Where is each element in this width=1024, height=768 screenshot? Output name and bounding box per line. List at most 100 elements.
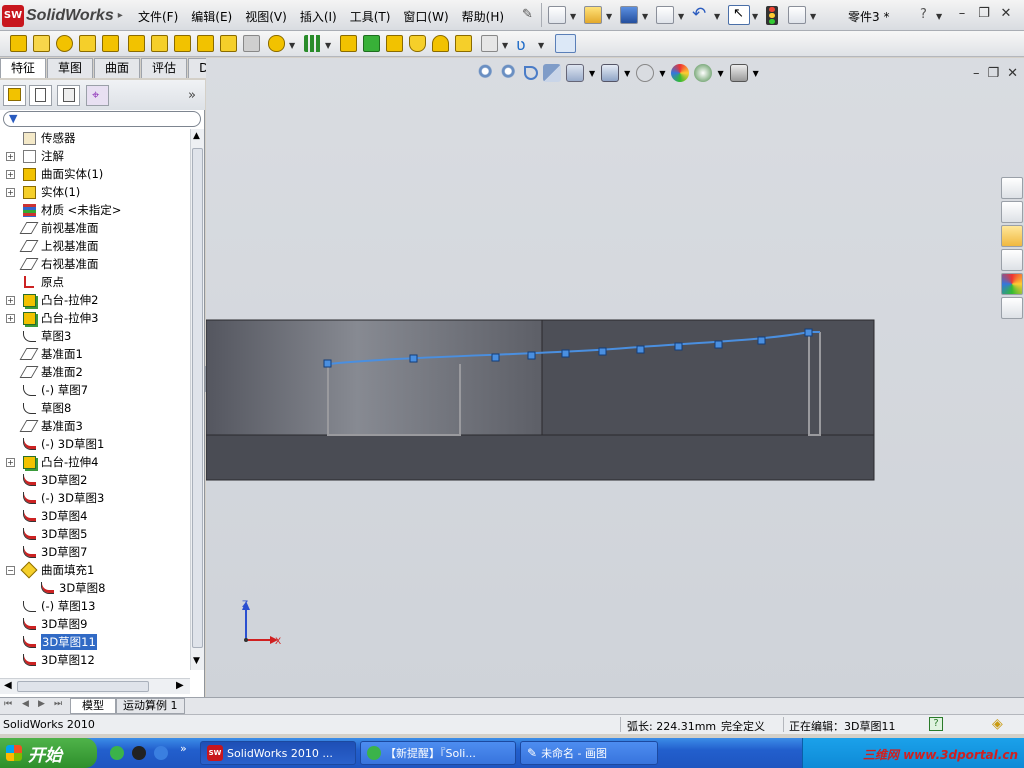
dome-icon[interactable] xyxy=(432,35,449,52)
menu-edit[interactable]: 编辑(E) xyxy=(191,8,232,25)
menu-help[interactable]: 帮助(H) xyxy=(462,8,504,25)
task-paint[interactable]: ✎ 未命名 - 画图 xyxy=(520,741,658,765)
select-pointer-icon[interactable]: ↖ xyxy=(728,5,750,25)
menu-tools[interactable]: 工具(T) xyxy=(350,8,391,25)
tree-item[interactable]: 3D草图7 xyxy=(0,543,190,561)
dimxpert-manager-icon[interactable]: ⌖ xyxy=(86,85,109,106)
extruded-boss-icon[interactable] xyxy=(10,35,27,52)
scroll-right-icon[interactable]: ▶ xyxy=(176,680,184,691)
open-dropdown-icon[interactable]: ▼ xyxy=(606,12,612,21)
tree-item[interactable]: 3D草图4 xyxy=(0,507,190,525)
options-icon[interactable] xyxy=(788,6,806,24)
nav-last-icon[interactable]: ⏭ xyxy=(54,699,62,709)
scroll-up-icon[interactable]: ▲ xyxy=(193,131,200,141)
collapse-toggle-icon[interactable]: − xyxy=(6,565,15,575)
instant3d-icon[interactable] xyxy=(555,34,576,53)
tree-item[interactable]: 前视基准面 xyxy=(0,219,190,237)
tree-item[interactable]: 草图3 xyxy=(0,327,190,345)
tree-item[interactable]: 材质 <未指定> xyxy=(0,201,190,219)
pin-icon[interactable]: ✎ xyxy=(522,7,533,22)
boundary-cut-icon[interactable] xyxy=(243,35,260,52)
rebuild-tag-icon[interactable]: ◈ xyxy=(992,716,1003,732)
tab-features[interactable]: 特征 xyxy=(0,58,47,78)
nav-next-icon[interactable]: ▶ xyxy=(38,699,45,709)
save-dropdown-icon[interactable]: ▼ xyxy=(642,12,648,21)
custom-properties-icon[interactable] xyxy=(1001,297,1023,319)
appearances-scenes-icon[interactable] xyxy=(1001,273,1023,295)
draft-icon[interactable] xyxy=(363,35,380,52)
save-icon[interactable] xyxy=(620,6,638,24)
tree-item[interactable]: 基准面3 xyxy=(0,417,190,435)
tree-item[interactable]: + 实体(1) xyxy=(0,183,190,201)
model-view[interactable]: Z X xyxy=(206,58,1024,697)
revolved-cut-icon[interactable] xyxy=(174,35,191,52)
scroll-thumb[interactable] xyxy=(192,148,203,648)
collapse-panel-icon[interactable]: » xyxy=(188,88,196,103)
tree-item[interactable]: + 凸台-拉伸4 xyxy=(0,453,190,471)
start-button[interactable]: 开始 xyxy=(0,738,97,768)
tab-evaluate[interactable]: 评估 xyxy=(141,58,188,78)
menu-file[interactable]: 文件(F) xyxy=(138,8,178,25)
minimize-button[interactable]: – xyxy=(952,6,972,24)
linear-pattern-icon[interactable] xyxy=(304,35,321,52)
task-solidworks[interactable]: SW SolidWorks 2010 ... xyxy=(200,741,356,765)
restore-button[interactable]: ❐ xyxy=(974,6,994,24)
tree-item[interactable]: 3D草图2 xyxy=(0,471,190,489)
wrap-icon[interactable] xyxy=(409,35,426,52)
tree-item[interactable]: 草图8 xyxy=(0,399,190,417)
help-icon[interactable]: ? xyxy=(920,7,927,22)
curves-dropdown-icon[interactable]: ▼ xyxy=(538,41,544,50)
scroll-left-icon[interactable]: ◀ xyxy=(4,680,12,691)
view-palette-icon[interactable] xyxy=(1001,249,1023,271)
boundary-boss-icon[interactable] xyxy=(102,35,119,52)
solidworks-logo[interactable]: SW SolidWorks ▸ xyxy=(2,3,123,28)
task-browser[interactable]: 【新提醒】『Soli... xyxy=(360,741,516,765)
new-document-icon[interactable] xyxy=(548,6,566,24)
tree-item[interactable]: 3D草图9 xyxy=(0,615,190,633)
solidworks-resources-home-icon[interactable] xyxy=(1001,177,1023,199)
graphics-area[interactable]: ▼ ▼ ▼ ▼ ▼ – ❐ ✕ Z X xyxy=(206,58,1024,697)
reference-geometry-dropdown-icon[interactable]: ▼ xyxy=(502,41,508,50)
tree-item[interactable]: 传感器 xyxy=(0,129,190,147)
swept-cut-icon[interactable] xyxy=(197,35,214,52)
menu-view[interactable]: 视图(V) xyxy=(245,8,287,25)
expand-toggle-icon[interactable]: + xyxy=(6,457,15,467)
expand-toggle-icon[interactable]: + xyxy=(6,313,15,323)
property-manager-icon[interactable] xyxy=(29,85,52,106)
tree-item[interactable]: + 注解 xyxy=(0,147,190,165)
nav-prev-icon[interactable]: ◀ xyxy=(22,699,29,709)
reference-geometry-icon[interactable] xyxy=(481,35,498,52)
rib-icon[interactable] xyxy=(340,35,357,52)
tree-item[interactable]: − 曲面填充1 xyxy=(0,561,190,579)
curves-icon[interactable]: ʋ xyxy=(516,35,526,54)
file-explorer-folder-icon[interactable] xyxy=(1001,225,1023,247)
quicklaunch-chat-icon[interactable] xyxy=(110,746,124,760)
menu-insert[interactable]: 插入(I) xyxy=(300,8,337,25)
open-folder-icon[interactable] xyxy=(584,6,602,24)
expand-toggle-icon[interactable]: + xyxy=(6,187,15,197)
quicklaunch-more-icon[interactable]: » xyxy=(180,742,187,755)
pattern-dropdown-icon[interactable]: ▼ xyxy=(325,41,331,50)
menu-window[interactable]: 窗口(W) xyxy=(403,8,448,25)
nav-first-icon[interactable]: ⏮ xyxy=(4,699,12,709)
tree-item[interactable]: 基准面2 xyxy=(0,363,190,381)
hole-wizard-icon[interactable] xyxy=(151,35,168,52)
design-library-icon[interactable] xyxy=(1001,201,1023,223)
tree-item[interactable]: (-) 草图7 xyxy=(0,381,190,399)
tree-item[interactable]: 基准面1 xyxy=(0,345,190,363)
undo-icon[interactable]: ↶ xyxy=(692,4,706,24)
close-button[interactable]: ✕ xyxy=(996,6,1016,24)
tree-horizontal-scrollbar[interactable]: ◀ ▶ xyxy=(0,678,190,694)
tree-item[interactable]: + 凸台-拉伸3 xyxy=(0,309,190,327)
logo-arrow-icon[interactable]: ▸ xyxy=(118,10,123,21)
lofted-cut-icon[interactable] xyxy=(220,35,237,52)
new-dropdown-icon[interactable]: ▼ xyxy=(570,12,576,21)
tree-item[interactable]: (-) 3D草图3 xyxy=(0,489,190,507)
configuration-manager-icon[interactable] xyxy=(57,85,80,106)
tree-item[interactable]: 3D草图5 xyxy=(0,525,190,543)
tree-item[interactable]: 3D草图8 xyxy=(0,579,190,597)
scroll-down-icon[interactable]: ▼ xyxy=(193,656,200,666)
options-dropdown-icon[interactable]: ▼ xyxy=(810,12,816,21)
print-icon[interactable] xyxy=(656,6,674,24)
fillet-dropdown-icon[interactable]: ▼ xyxy=(289,41,295,50)
